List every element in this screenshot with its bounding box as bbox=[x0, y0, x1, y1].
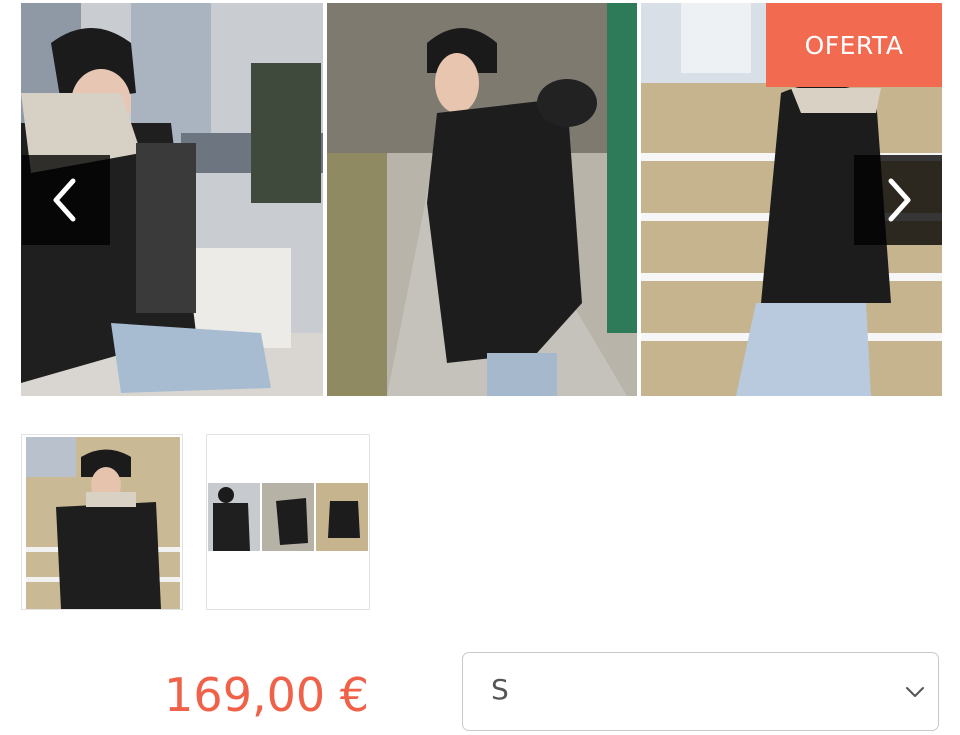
size-selected-value: S bbox=[491, 673, 509, 706]
product-page: OFERTA 169,00 € S bbox=[0, 0, 960, 735]
product-price: 169,00 € bbox=[164, 668, 369, 722]
size-select[interactable]: S bbox=[462, 652, 939, 731]
thumbnail-railing-photo bbox=[26, 437, 180, 609]
chevron-down-icon bbox=[906, 687, 924, 697]
chevron-left-icon bbox=[53, 178, 76, 222]
gallery-photo-walking bbox=[327, 3, 637, 396]
sale-badge: OFERTA bbox=[766, 3, 942, 87]
gallery-prev-button[interactable] bbox=[22, 155, 110, 245]
thumbnail-three-photo-collage bbox=[208, 483, 368, 551]
chevron-right-icon bbox=[888, 178, 911, 222]
gallery-next-button[interactable] bbox=[854, 155, 942, 245]
thumbnail-1[interactable] bbox=[21, 434, 183, 610]
thumbnail-2[interactable] bbox=[206, 434, 370, 610]
